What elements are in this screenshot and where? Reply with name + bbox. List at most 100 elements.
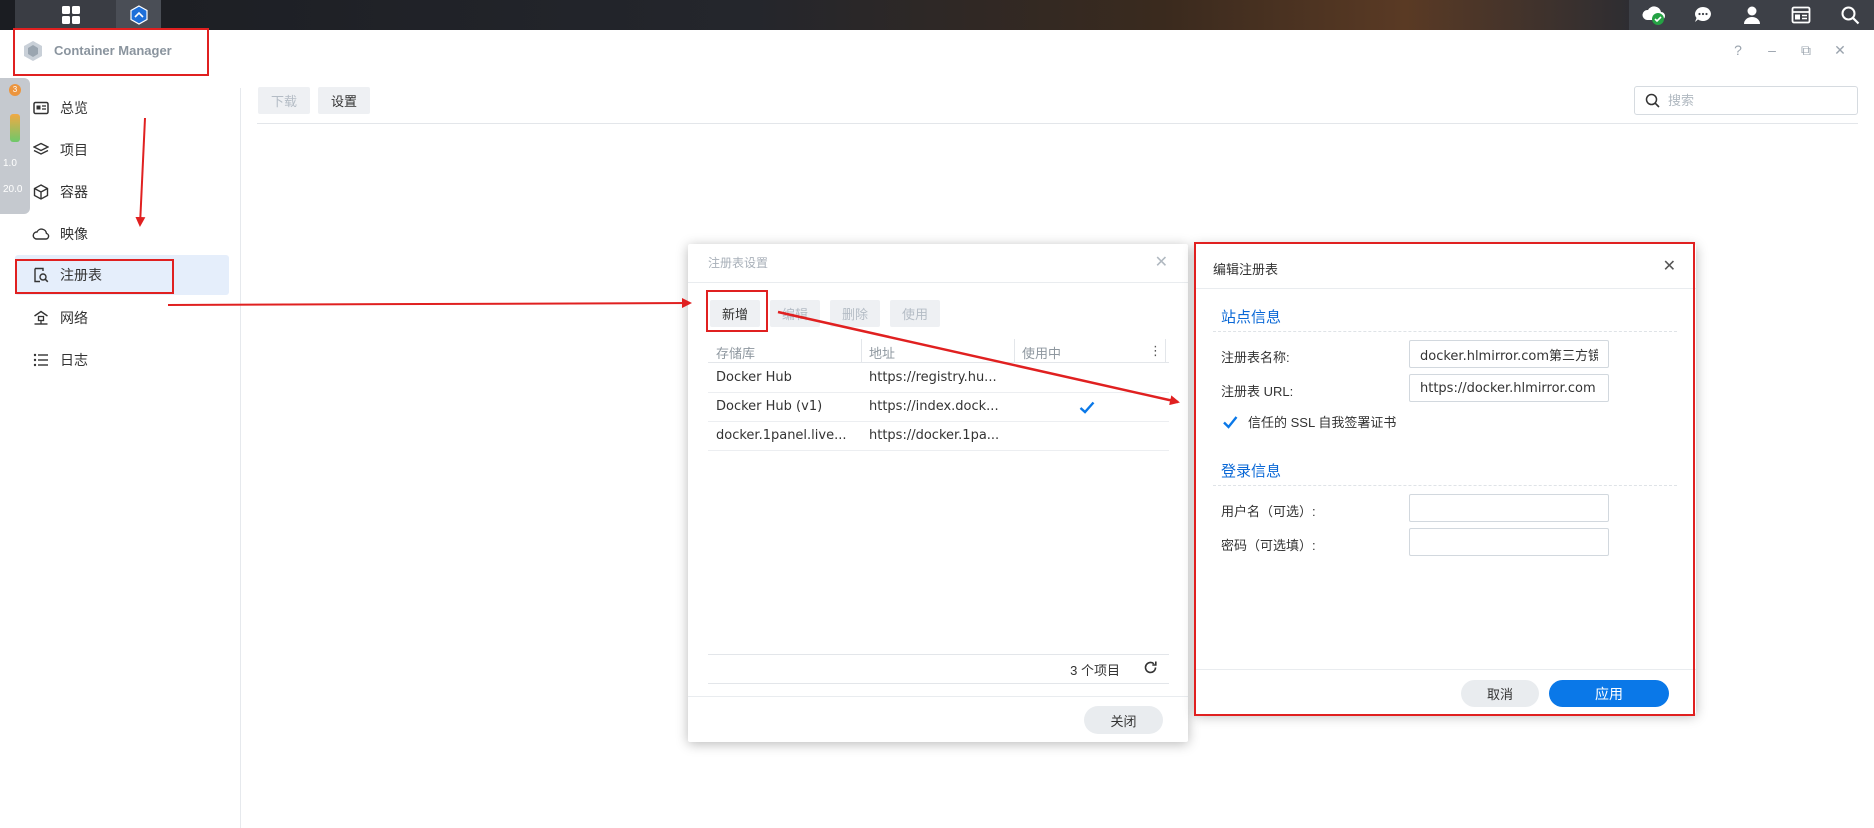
search-box[interactable] bbox=[1634, 86, 1858, 115]
column-separator bbox=[1014, 339, 1015, 363]
search-icon bbox=[1841, 6, 1859, 25]
window-title: Container Manager bbox=[54, 43, 172, 58]
sidebar-item-label: 项目 bbox=[60, 142, 88, 158]
chat-icon bbox=[1694, 7, 1711, 22]
registry-url-label: 注册表 URL: bbox=[1221, 384, 1294, 399]
table-row[interactable]: Docker Hub (v1) https://index.dock... bbox=[708, 393, 1169, 422]
layers-icon bbox=[26, 142, 56, 158]
sidebar-item-label: 网络 bbox=[60, 310, 88, 326]
username-label: 用户名（可选）: bbox=[1221, 504, 1316, 519]
sidebar-item-label: 映像 bbox=[60, 226, 88, 242]
sidebar-item-overview[interactable]: 总览 bbox=[22, 88, 229, 128]
registry-search-icon bbox=[26, 267, 56, 283]
sidebar-item-label: 日志 bbox=[60, 352, 88, 368]
table-row[interactable]: Docker Hub https://registry.hu... bbox=[708, 364, 1169, 393]
cloud-check-icon bbox=[1641, 6, 1665, 25]
close-button[interactable]: 关闭 bbox=[1084, 706, 1163, 734]
grid-icon bbox=[61, 6, 80, 24]
table-row[interactable]: docker.1panel.live... https://docker.1pa… bbox=[708, 422, 1169, 451]
table-header: 存储库 地址 使用中 ⋮ bbox=[708, 339, 1169, 363]
container-manager-icon bbox=[129, 5, 148, 25]
edit-button[interactable]: 编辑 bbox=[770, 300, 821, 327]
column-separator bbox=[861, 339, 862, 363]
address-cell: https://index.dock... bbox=[869, 399, 999, 414]
registry-name-input[interactable] bbox=[1409, 340, 1609, 368]
username-input[interactable] bbox=[1409, 494, 1609, 522]
password-input[interactable] bbox=[1409, 528, 1609, 556]
cloud-icon bbox=[26, 226, 56, 242]
column-separator bbox=[1165, 339, 1166, 363]
resource-monitor-widget[interactable]: 3 1.0 20.0 bbox=[0, 78, 30, 214]
minimize-icon[interactable]: – bbox=[1764, 42, 1780, 59]
column-header[interactable]: 地址 bbox=[869, 343, 895, 362]
dashboard-icon bbox=[1791, 6, 1810, 24]
item-count: 3 个项目 bbox=[1070, 663, 1120, 678]
taskbar-tray bbox=[1629, 0, 1874, 30]
list-icon bbox=[26, 352, 56, 368]
registry-settings-dialog: 注册表设置 ✕ 新增 编辑 删除 使用 存储库 地址 使用中 ⋮ Docker … bbox=[688, 244, 1188, 742]
sidebar-item-images[interactable]: 映像 bbox=[22, 214, 229, 254]
global-search-button[interactable] bbox=[1825, 0, 1874, 30]
close-icon[interactable]: ✕ bbox=[1155, 252, 1168, 272]
site-info-section-title: 站点信息 bbox=[1221, 309, 1282, 326]
download-button[interactable]: 下载 bbox=[258, 87, 311, 114]
upload-speed: 1.0 bbox=[3, 158, 17, 169]
sidebar-item-label: 总览 bbox=[60, 100, 88, 116]
repo-cell: Docker Hub (v1) bbox=[716, 399, 823, 414]
repo-cell: docker.1panel.live... bbox=[716, 428, 847, 443]
download-speed: 20.0 bbox=[3, 184, 23, 195]
arrow-to-add bbox=[167, 298, 692, 309]
close-icon[interactable]: ✕ bbox=[1663, 256, 1676, 276]
container-manager-logo-icon bbox=[24, 41, 42, 61]
sidebar-item-label: 容器 bbox=[60, 184, 88, 200]
delete-button[interactable]: 删除 bbox=[830, 300, 881, 327]
trust-ssl-checkbox[interactable]: 信任的 SSL 自我签署证书 bbox=[1222, 412, 1396, 431]
notification-badge: 3 bbox=[9, 84, 21, 96]
dialog-title: 注册表设置 bbox=[708, 256, 769, 270]
sidebar-item-network[interactable]: 网络 bbox=[22, 298, 229, 338]
cube-icon bbox=[26, 184, 56, 200]
sidebar-item-containers[interactable]: 容器 bbox=[22, 172, 229, 212]
dialog-divider bbox=[1195, 288, 1696, 289]
repo-cell: Docker Hub bbox=[716, 370, 792, 385]
settings-button[interactable]: 设置 bbox=[318, 87, 371, 114]
address-cell: https://registry.hu... bbox=[869, 370, 997, 385]
help-icon[interactable]: ? bbox=[1730, 42, 1746, 59]
taskbar-container-manager[interactable] bbox=[116, 0, 161, 30]
window-controls: ? – ⧉ ✕ bbox=[1730, 42, 1848, 59]
search-icon bbox=[1645, 93, 1660, 108]
dialog-title: 编辑注册表 bbox=[1213, 262, 1279, 277]
toolbar-divider bbox=[257, 123, 1858, 124]
restore-icon[interactable]: ⧉ bbox=[1798, 42, 1814, 59]
user-icon bbox=[1743, 6, 1760, 24]
column-menu-icon[interactable]: ⋮ bbox=[1149, 343, 1162, 359]
apply-button[interactable]: 应用 bbox=[1549, 680, 1669, 707]
login-info-section-title: 登录信息 bbox=[1221, 463, 1282, 480]
address-cell: https://docker.1pa... bbox=[869, 428, 1000, 443]
trust-ssl-label: 信任的 SSL 自我签署证书 bbox=[1248, 415, 1397, 430]
cancel-button[interactable]: 取消 bbox=[1461, 680, 1539, 707]
refresh-button[interactable] bbox=[1143, 660, 1158, 678]
add-button[interactable]: 新增 bbox=[710, 300, 761, 327]
use-button[interactable]: 使用 bbox=[890, 300, 941, 327]
table-footer-divider bbox=[708, 654, 1169, 655]
user-button[interactable] bbox=[1727, 0, 1776, 30]
search-input[interactable] bbox=[1668, 93, 1838, 108]
main-menu-button[interactable] bbox=[15, 0, 126, 30]
sidebar-item-label: 注册表 bbox=[60, 267, 102, 283]
registry-name-label: 注册表名称: bbox=[1221, 350, 1290, 365]
column-header[interactable]: 存储库 bbox=[716, 343, 755, 362]
sidebar-item-registry[interactable]: 注册表 bbox=[15, 255, 229, 295]
refresh-icon bbox=[1144, 661, 1157, 674]
messages-button[interactable] bbox=[1678, 0, 1727, 30]
password-label: 密码（可选填）: bbox=[1221, 538, 1316, 553]
window-close-icon[interactable]: ✕ bbox=[1832, 42, 1848, 59]
widgets-button[interactable] bbox=[1776, 0, 1825, 30]
column-header[interactable]: 使用中 bbox=[1022, 343, 1061, 362]
registry-url-input[interactable] bbox=[1409, 374, 1609, 402]
sidebar-item-projects[interactable]: 项目 bbox=[22, 130, 229, 170]
checkmark-icon bbox=[1079, 401, 1095, 414]
sidebar-item-logs[interactable]: 日志 bbox=[22, 340, 229, 380]
sync-status-button[interactable] bbox=[1629, 0, 1678, 30]
dialog-divider bbox=[1195, 669, 1696, 670]
